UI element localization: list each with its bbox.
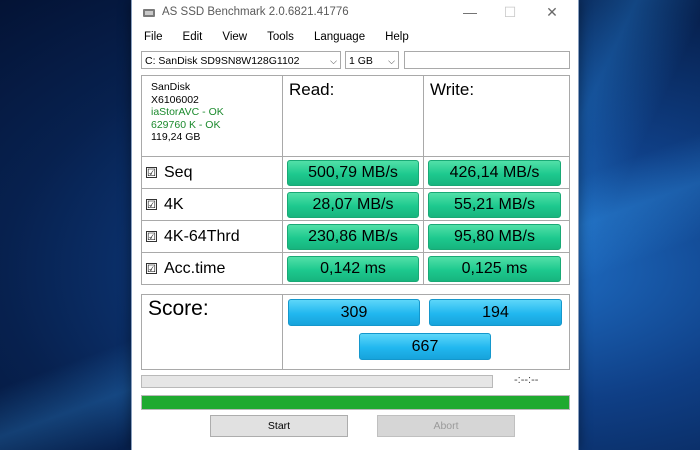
score-total: 667	[359, 333, 491, 360]
write-cell: 0,125 ms	[423, 252, 570, 285]
score-read: 309	[288, 299, 420, 326]
drive-capacity: 119,24 GB	[151, 131, 201, 143]
drive-select-value: C: SanDisk SD9SN8W128G1102	[145, 55, 300, 67]
write-result: 55,21 MB/s	[428, 192, 561, 218]
write-header: Write:	[423, 75, 570, 157]
test-label: 4K	[164, 195, 184, 213]
checkbox-icon[interactable]: ☑	[146, 263, 157, 275]
score-write: 194	[429, 299, 562, 326]
write-result: 426,14 MB/s	[428, 160, 561, 186]
size-select-value: 1 GB	[349, 55, 373, 67]
test-name-input[interactable]	[404, 51, 570, 69]
menu-edit[interactable]: Edit	[183, 31, 203, 43]
menu-help[interactable]: Help	[385, 31, 409, 43]
total-progress-bar	[141, 395, 570, 410]
write-cell: 426,14 MB/s	[423, 156, 570, 189]
read-cell: 230,86 MB/s	[282, 220, 424, 253]
test-label: 4K-64Thrd	[164, 227, 240, 245]
close-button[interactable]: ✕	[532, 0, 572, 24]
read-result: 0,142 ms	[287, 256, 419, 282]
read-cell: 0,142 ms	[282, 252, 424, 285]
drive-vendor: SanDisk	[151, 81, 191, 93]
drive-info-panel: SanDisk X6106002 iaStorAVC - OK 629760 K…	[141, 75, 283, 157]
size-select[interactable]: 1 GB ⌵	[345, 51, 399, 69]
write-cell: 95,80 MB/s	[423, 220, 570, 253]
write-result: 0,125 ms	[428, 256, 561, 282]
menu-tools[interactable]: Tools	[267, 31, 294, 43]
read-header: Read:	[282, 75, 424, 157]
score-label: Score:	[141, 294, 283, 370]
write-result: 95,80 MB/s	[428, 224, 561, 250]
menu-language[interactable]: Language	[314, 31, 365, 43]
abort-button[interactable]: Abort	[377, 415, 515, 437]
elapsed-time: -:--:--	[514, 374, 539, 386]
read-result: 500,79 MB/s	[287, 160, 419, 186]
test-progress-bar	[141, 375, 493, 388]
start-button[interactable]: Start	[210, 415, 348, 437]
drive-firmware: X6106002	[151, 93, 199, 106]
title-bar[interactable]: AS SSD Benchmark 2.0.6821.41776 — ☐ ✕	[132, 0, 578, 26]
read-cell: 500,79 MB/s	[282, 156, 424, 189]
read-result: 230,86 MB/s	[287, 224, 419, 250]
test-row-4k[interactable]: ☑ 4K	[141, 188, 283, 221]
write-cell: 55,21 MB/s	[423, 188, 570, 221]
as-ssd-window: AS SSD Benchmark 2.0.6821.41776 — ☐ ✕ Fi…	[131, 0, 579, 450]
test-row-4k-64thrd[interactable]: ☑ 4K-64Thrd	[141, 220, 283, 253]
results-grid: SanDisk X6106002 iaStorAVC - OK 629760 K…	[141, 75, 570, 370]
menu-bar: File Edit View Tools Language Help	[132, 26, 578, 48]
window-title: AS SSD Benchmark 2.0.6821.41776	[162, 6, 349, 18]
chevron-down-icon: ⌵	[330, 56, 337, 66]
score-panel: 309 194 667	[282, 294, 570, 370]
test-row-acc-time[interactable]: ☑ Acc.time	[141, 252, 283, 285]
test-label: Seq	[164, 163, 193, 181]
checkbox-icon[interactable]: ☑	[146, 199, 157, 211]
maximize-button[interactable]: ☐	[490, 0, 530, 24]
checkbox-icon[interactable]: ☑	[146, 167, 157, 179]
checkbox-icon[interactable]: ☑	[146, 231, 157, 243]
app-icon	[143, 9, 155, 17]
read-cell: 28,07 MB/s	[282, 188, 424, 221]
menu-file[interactable]: File	[144, 31, 163, 43]
driver-status: iaStorAVC - OK	[151, 106, 224, 118]
test-row-seq[interactable]: ☑ Seq	[141, 156, 283, 189]
drive-select[interactable]: C: SanDisk SD9SN8W128G1102 ⌵	[141, 51, 341, 69]
menu-view[interactable]: View	[222, 31, 247, 43]
read-result: 28,07 MB/s	[287, 192, 419, 218]
chevron-down-icon: ⌵	[388, 56, 395, 66]
test-label: Acc.time	[164, 259, 226, 277]
alignment-status: 629760 K - OK	[151, 118, 221, 131]
toolbar: C: SanDisk SD9SN8W128G1102 ⌵ 1 GB ⌵	[132, 48, 578, 72]
minimize-button[interactable]: —	[450, 0, 490, 24]
total-progress-fill	[142, 396, 569, 409]
